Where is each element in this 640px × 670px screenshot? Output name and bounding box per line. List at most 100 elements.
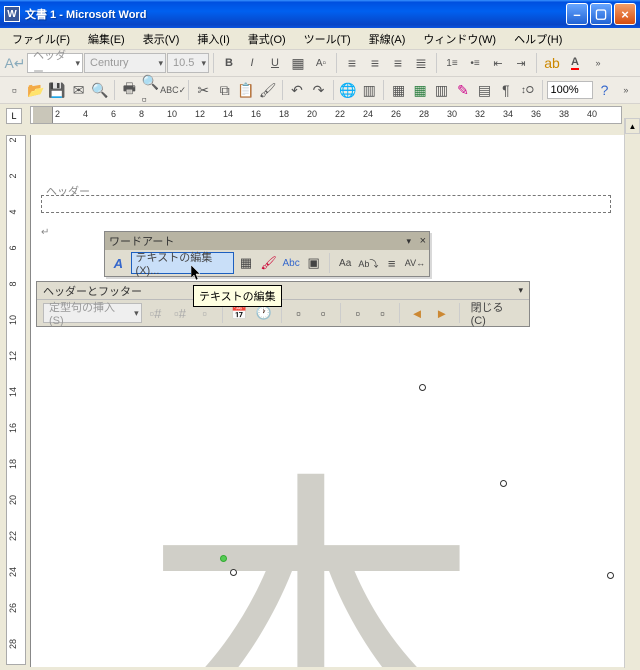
new-button[interactable]: ▫ xyxy=(4,79,24,101)
zoom-dropdown[interactable]: 100% xyxy=(547,81,594,99)
menu-window[interactable]: ウィンドウ(W) xyxy=(417,29,502,49)
same-as-prev-button[interactable]: ▫ xyxy=(347,302,369,324)
border-button[interactable]: ▦ xyxy=(287,52,309,74)
align-left-button[interactable]: ≡ xyxy=(341,52,363,74)
rotation-handle[interactable] xyxy=(220,555,227,562)
minimize-button[interactable]: – xyxy=(566,3,588,25)
hruler-tick: 22 xyxy=(335,109,345,119)
show-next-button[interactable]: ► xyxy=(431,302,453,324)
autotext-dropdown[interactable]: 定型句の挿入(S) xyxy=(43,303,142,323)
close-button[interactable]: × xyxy=(614,3,636,25)
headerfooter-title[interactable]: ヘッダーとフッター xyxy=(37,282,529,300)
spellcheck-button[interactable]: ABC✓ xyxy=(162,79,184,101)
numbered-list-button[interactable]: 1≡ xyxy=(441,52,463,74)
insert-table-button[interactable]: ▦ xyxy=(388,79,408,101)
text-wrap-button[interactable]: ▣ xyxy=(303,252,324,274)
menu-help[interactable]: ヘルプ(H) xyxy=(508,29,568,49)
size-dropdown[interactable]: 10.5 xyxy=(167,53,209,73)
headerfooter-toolbar[interactable]: ヘッダーとフッター 定型句の挿入(S) ▫# ▫# ▫ 📅 🕐 ▫ ▫ ▫ ▫ … xyxy=(36,281,530,327)
search-button[interactable]: 🔍 xyxy=(90,79,110,101)
ruler-corner[interactable]: L xyxy=(6,108,22,124)
save-button[interactable]: 💾 xyxy=(47,79,67,101)
open-button[interactable]: 📂 xyxy=(25,79,45,101)
drawing-button[interactable]: ✎ xyxy=(453,79,473,101)
paste-button[interactable]: 📋 xyxy=(236,79,256,101)
bullet-list-button[interactable]: •≡ xyxy=(464,52,486,74)
font-color-button[interactable]: A xyxy=(564,52,586,74)
show-hide-doc-button[interactable]: ▫ xyxy=(312,302,334,324)
vertical-scrollbar[interactable]: ▲ xyxy=(624,118,640,668)
menu-tools[interactable]: ツール(T) xyxy=(298,29,357,49)
italic-button[interactable]: I xyxy=(241,52,263,74)
redo-button[interactable]: ↷ xyxy=(308,79,328,101)
wordart-gallery-button[interactable]: ▦ xyxy=(236,252,257,274)
font-dropdown[interactable]: Century xyxy=(84,53,166,73)
more-format-button[interactable]: » xyxy=(587,52,609,74)
handle-w[interactable] xyxy=(230,569,237,576)
more-std-button[interactable]: » xyxy=(616,79,636,101)
edit-text-button[interactable]: テキストの編集(X)... xyxy=(131,252,234,274)
zoom-value: 100% xyxy=(551,84,579,96)
menu-table[interactable]: 罫線(A) xyxy=(363,29,412,49)
menu-insert[interactable]: 挿入(I) xyxy=(191,29,235,49)
scroll-up-button[interactable]: ▲ xyxy=(625,118,640,134)
align-right-button[interactable]: ≡ xyxy=(387,52,409,74)
highlight-button[interactable]: ab xyxy=(541,52,563,74)
page-number-button[interactable]: ▫# xyxy=(145,302,167,324)
menu-format[interactable]: 書式(O) xyxy=(242,29,292,49)
underline-button[interactable]: U xyxy=(264,52,286,74)
size-value: 10.5 xyxy=(173,57,194,69)
wordart-watermark[interactable]: 本 xyxy=(141,365,481,667)
show-prev-button[interactable]: ◄ xyxy=(406,302,428,324)
format-painter-button[interactable]: 🖌 xyxy=(257,79,277,101)
same-height-button[interactable]: Aa xyxy=(335,252,356,274)
menu-view[interactable]: 表示(V) xyxy=(137,29,186,49)
dec-indent-button[interactable]: ⇤ xyxy=(487,52,509,74)
vertical-ruler[interactable]: 2246810121416182022242628 xyxy=(6,135,26,665)
horizontal-ruler[interactable]: 246810121416182022242628303234363840 xyxy=(30,106,622,124)
header-frame[interactable] xyxy=(41,195,611,213)
handle-e[interactable] xyxy=(607,572,614,579)
close-hf-button[interactable]: 閉じる(C) xyxy=(466,302,523,324)
align-justify-button[interactable]: ≣ xyxy=(410,52,432,74)
mail-button[interactable]: ✉ xyxy=(68,79,88,101)
vertical-text-button[interactable]: Ab⤵ xyxy=(357,252,379,274)
wordart-toolbar-options[interactable]: ▾ xyxy=(406,236,411,247)
wordart-align-button[interactable]: ≡ xyxy=(381,252,402,274)
copy-button[interactable]: ⧉ xyxy=(214,79,234,101)
cut-button[interactable]: ✂ xyxy=(193,79,213,101)
document-area[interactable]: ヘッダー ↵ 本 xyxy=(30,135,624,667)
wordart-shape-button[interactable]: Abc xyxy=(281,252,302,274)
docmap-button[interactable]: ▤ xyxy=(474,79,494,101)
select-browse-button[interactable]: ↕⭘ xyxy=(517,79,537,101)
char-spacing-button[interactable]: AV↔ xyxy=(404,252,426,274)
bold-button[interactable]: B xyxy=(218,52,240,74)
styles-icon[interactable]: A↵ xyxy=(4,52,26,74)
switch-hf-button[interactable]: ▫ xyxy=(372,302,394,324)
excel-button[interactable]: ▦ xyxy=(410,79,430,101)
num-pages-button[interactable]: ▫# xyxy=(169,302,191,324)
wordart-toolbar[interactable]: ワードアート ▾ × A テキストの編集(X)... ▦ 🖌 Abc ▣ Aa … xyxy=(104,231,430,277)
handle-top[interactable] xyxy=(419,384,426,391)
format-wordart-button[interactable]: 🖌 xyxy=(258,252,279,274)
char-border-icon[interactable]: A▫ xyxy=(310,52,332,74)
style-dropdown[interactable]: ヘッダー xyxy=(27,53,83,73)
wordart-toolbar-close[interactable]: × xyxy=(420,235,426,247)
preview-button[interactable]: 🔍▫ xyxy=(141,79,161,101)
help-button[interactable]: ? xyxy=(594,79,614,101)
menu-file[interactable]: ファイル(F) xyxy=(6,29,76,49)
wordart-toolbar-title[interactable]: ワードアート ▾ × xyxy=(105,232,429,250)
align-center-button[interactable]: ≡ xyxy=(364,52,386,74)
hyperlink-button[interactable]: 🌐 xyxy=(338,79,358,101)
showmarks-button[interactable]: ¶ xyxy=(496,79,516,101)
insert-wordart-button[interactable]: A xyxy=(108,252,129,274)
menu-edit[interactable]: 編集(E) xyxy=(82,29,131,49)
columns-button[interactable]: ▥ xyxy=(431,79,451,101)
print-button[interactable]: 🖶 xyxy=(119,79,139,101)
handle-ne[interactable] xyxy=(500,480,507,487)
tables-borders-button[interactable]: ▥ xyxy=(359,79,379,101)
inc-indent-button[interactable]: ⇥ xyxy=(510,52,532,74)
page-setup-button[interactable]: ▫ xyxy=(288,302,310,324)
undo-button[interactable]: ↶ xyxy=(287,79,307,101)
maximize-button[interactable]: ▢ xyxy=(590,3,612,25)
